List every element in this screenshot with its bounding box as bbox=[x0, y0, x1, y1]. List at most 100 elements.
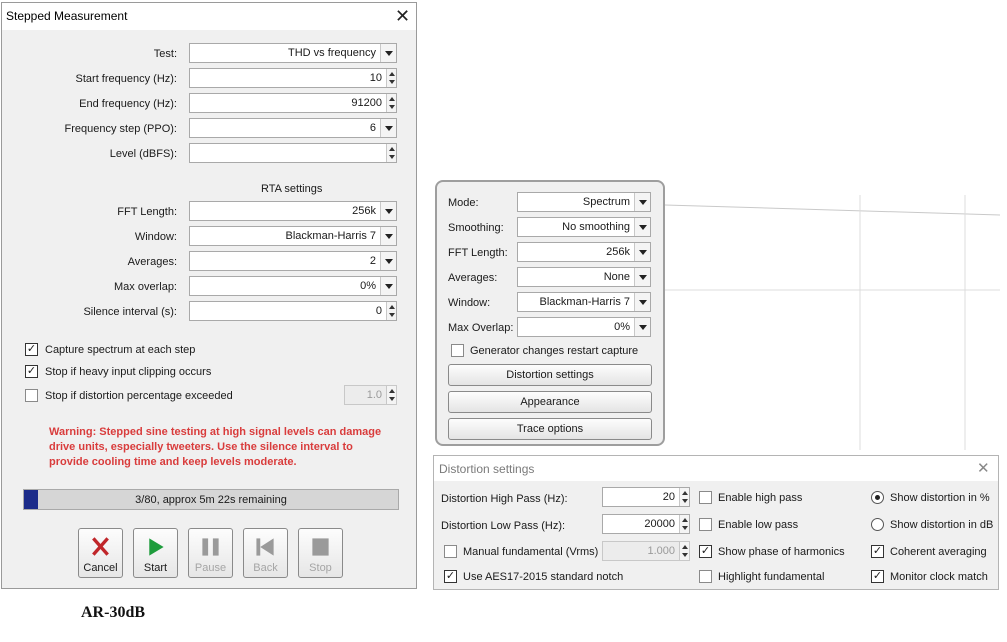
end-frequency-label: End frequency (Hz): bbox=[79, 98, 177, 110]
level-label: Level (dBFS): bbox=[109, 148, 177, 160]
warning-text: Warning: Stepped sine testing at high si… bbox=[49, 426, 382, 468]
chevron-down-icon[interactable] bbox=[634, 318, 650, 336]
cross-icon bbox=[92, 537, 109, 556]
enable-low-pass-label: Enable low pass bbox=[718, 519, 799, 531]
stop-clipping-label: Stop if heavy input clipping occurs bbox=[45, 366, 212, 378]
stop-label: Stop bbox=[309, 562, 332, 574]
manual-fundamental-input[interactable]: 1.000 bbox=[602, 541, 690, 561]
rta-max-overlap-select[interactable]: 0% bbox=[517, 317, 651, 337]
pause-button[interactable]: Pause bbox=[188, 528, 233, 578]
show-percent-radio[interactable] bbox=[871, 491, 884, 504]
end-frequency-input[interactable]: 91200 bbox=[189, 93, 397, 113]
spinner-icon[interactable] bbox=[386, 69, 396, 87]
silence-interval-label: Silence interval (s): bbox=[83, 306, 177, 318]
spinner-icon[interactable] bbox=[386, 144, 396, 162]
close-icon[interactable]: ✕ bbox=[395, 7, 410, 25]
chevron-down-icon[interactable] bbox=[634, 293, 650, 311]
stop-distortion-checkbox[interactable] bbox=[25, 389, 38, 402]
frequency-step-select[interactable]: 6 bbox=[189, 118, 397, 138]
show-db-radio[interactable] bbox=[871, 518, 884, 531]
window-label: Window: bbox=[134, 231, 177, 243]
title-bar: Stepped Measurement ✕ bbox=[2, 3, 416, 30]
enable-high-pass-checkbox[interactable] bbox=[699, 491, 712, 504]
test-select[interactable]: THD vs frequency bbox=[189, 43, 397, 63]
smoothing-select[interactable]: No smoothing bbox=[517, 217, 651, 237]
spinner-icon[interactable] bbox=[679, 515, 689, 533]
enable-low-pass-checkbox[interactable] bbox=[699, 518, 712, 531]
trace-options-button[interactable]: Trace options bbox=[448, 418, 652, 440]
mode-select[interactable]: Spectrum bbox=[517, 192, 651, 212]
level-input[interactable] bbox=[189, 143, 397, 163]
show-phase-checkbox[interactable]: ✓ bbox=[699, 545, 712, 558]
chevron-down-icon[interactable] bbox=[634, 243, 650, 261]
test-label: Test: bbox=[153, 48, 177, 60]
highlight-fundamental-label: Highlight fundamental bbox=[718, 571, 825, 583]
fft-length-select[interactable]: 256k bbox=[189, 201, 397, 221]
cancel-button[interactable]: Cancel bbox=[78, 528, 123, 578]
dialog-title: Stepped Measurement bbox=[6, 9, 128, 23]
chevron-down-icon[interactable] bbox=[380, 227, 396, 245]
rta-averages-label: Averages: bbox=[448, 272, 498, 284]
max-overlap-select[interactable]: 0% bbox=[189, 276, 397, 296]
capture-spectrum-label: Capture spectrum at each step bbox=[45, 344, 196, 356]
cancel-label: Cancel bbox=[83, 562, 118, 574]
spinner-icon[interactable] bbox=[679, 542, 689, 560]
chevron-down-icon[interactable] bbox=[380, 119, 396, 137]
rta-window-select[interactable]: Blackman-Harris 7 bbox=[517, 292, 651, 312]
start-button[interactable]: Start bbox=[133, 528, 178, 578]
capture-spectrum-checkbox[interactable]: ✓ bbox=[25, 343, 38, 356]
monitor-clock-checkbox[interactable]: ✓ bbox=[871, 570, 884, 583]
high-pass-input[interactable]: 20 bbox=[602, 487, 690, 507]
chevron-down-icon[interactable] bbox=[380, 252, 396, 270]
chevron-down-icon[interactable] bbox=[634, 218, 650, 236]
chevron-down-icon[interactable] bbox=[380, 202, 396, 220]
start-label: Start bbox=[143, 562, 168, 574]
rta-max-overlap-label: Max Overlap: bbox=[448, 322, 514, 334]
play-icon bbox=[149, 538, 164, 556]
stop-distortion-label: Stop if distortion percentage exceeded bbox=[45, 390, 233, 402]
low-pass-label: Distortion Low Pass (Hz): bbox=[441, 520, 566, 532]
spinner-icon[interactable] bbox=[679, 488, 689, 506]
chevron-down-icon[interactable] bbox=[380, 44, 396, 62]
window-select[interactable]: Blackman-Harris 7 bbox=[189, 226, 397, 246]
spinner-icon[interactable] bbox=[386, 386, 396, 404]
stop-clipping-checkbox[interactable]: ✓ bbox=[25, 365, 38, 378]
close-icon[interactable]: ✕ bbox=[977, 460, 990, 478]
averages-select[interactable]: 2 bbox=[189, 251, 397, 271]
manual-fundamental-label: Manual fundamental (Vrms) bbox=[463, 546, 599, 558]
distortion-settings-button[interactable]: Distortion settings bbox=[448, 364, 652, 386]
max-overlap-label: Max overlap: bbox=[114, 281, 177, 293]
spinner-icon[interactable] bbox=[386, 94, 396, 112]
silence-interval-input[interactable]: 0 bbox=[189, 301, 397, 321]
generator-restart-checkbox[interactable] bbox=[451, 344, 464, 357]
low-pass-input[interactable]: 20000 bbox=[602, 514, 690, 534]
rta-settings-heading: RTA settings bbox=[261, 183, 323, 195]
monitor-clock-label: Monitor clock match bbox=[890, 571, 988, 583]
coherent-averaging-checkbox[interactable]: ✓ bbox=[871, 545, 884, 558]
rta-settings-panel: Mode: Spectrum Smoothing: No smoothing F… bbox=[435, 180, 665, 446]
appearance-button[interactable]: Appearance bbox=[448, 391, 652, 413]
enable-high-pass-label: Enable high pass bbox=[718, 492, 803, 504]
highlight-fundamental-checkbox[interactable] bbox=[699, 570, 712, 583]
fft-length-label: FFT Length: bbox=[117, 206, 177, 218]
progress-bar: 3/80, approx 5m 22s remaining bbox=[23, 489, 399, 510]
spinner-icon[interactable] bbox=[386, 302, 396, 320]
stop-button[interactable]: Stop bbox=[298, 528, 343, 578]
frequency-step-label: Frequency step (PPO): bbox=[64, 123, 178, 135]
manual-fundamental-checkbox[interactable] bbox=[444, 545, 457, 558]
show-phase-label: Show phase of harmonics bbox=[718, 546, 845, 558]
chevron-down-icon[interactable] bbox=[634, 268, 650, 286]
rta-window-label: Window: bbox=[448, 297, 491, 309]
aes17-checkbox[interactable]: ✓ bbox=[444, 570, 457, 583]
stepped-measurement-dialog: Stepped Measurement ✕ Test: THD vs frequ… bbox=[1, 2, 417, 589]
rta-averages-select[interactable]: None bbox=[517, 267, 651, 287]
generator-restart-label: Generator changes restart capture bbox=[470, 345, 639, 357]
chevron-down-icon[interactable] bbox=[634, 193, 650, 211]
distortion-limit-input[interactable]: 1.0 bbox=[344, 385, 397, 405]
rta-fft-length-select[interactable]: 256k bbox=[517, 242, 651, 262]
chevron-down-icon[interactable] bbox=[380, 277, 396, 295]
back-button[interactable]: Back bbox=[243, 528, 288, 578]
progress-text: 3/80, approx 5m 22s remaining bbox=[135, 494, 287, 506]
start-frequency-input[interactable]: 10 bbox=[189, 68, 397, 88]
background-graph bbox=[665, 195, 1000, 450]
